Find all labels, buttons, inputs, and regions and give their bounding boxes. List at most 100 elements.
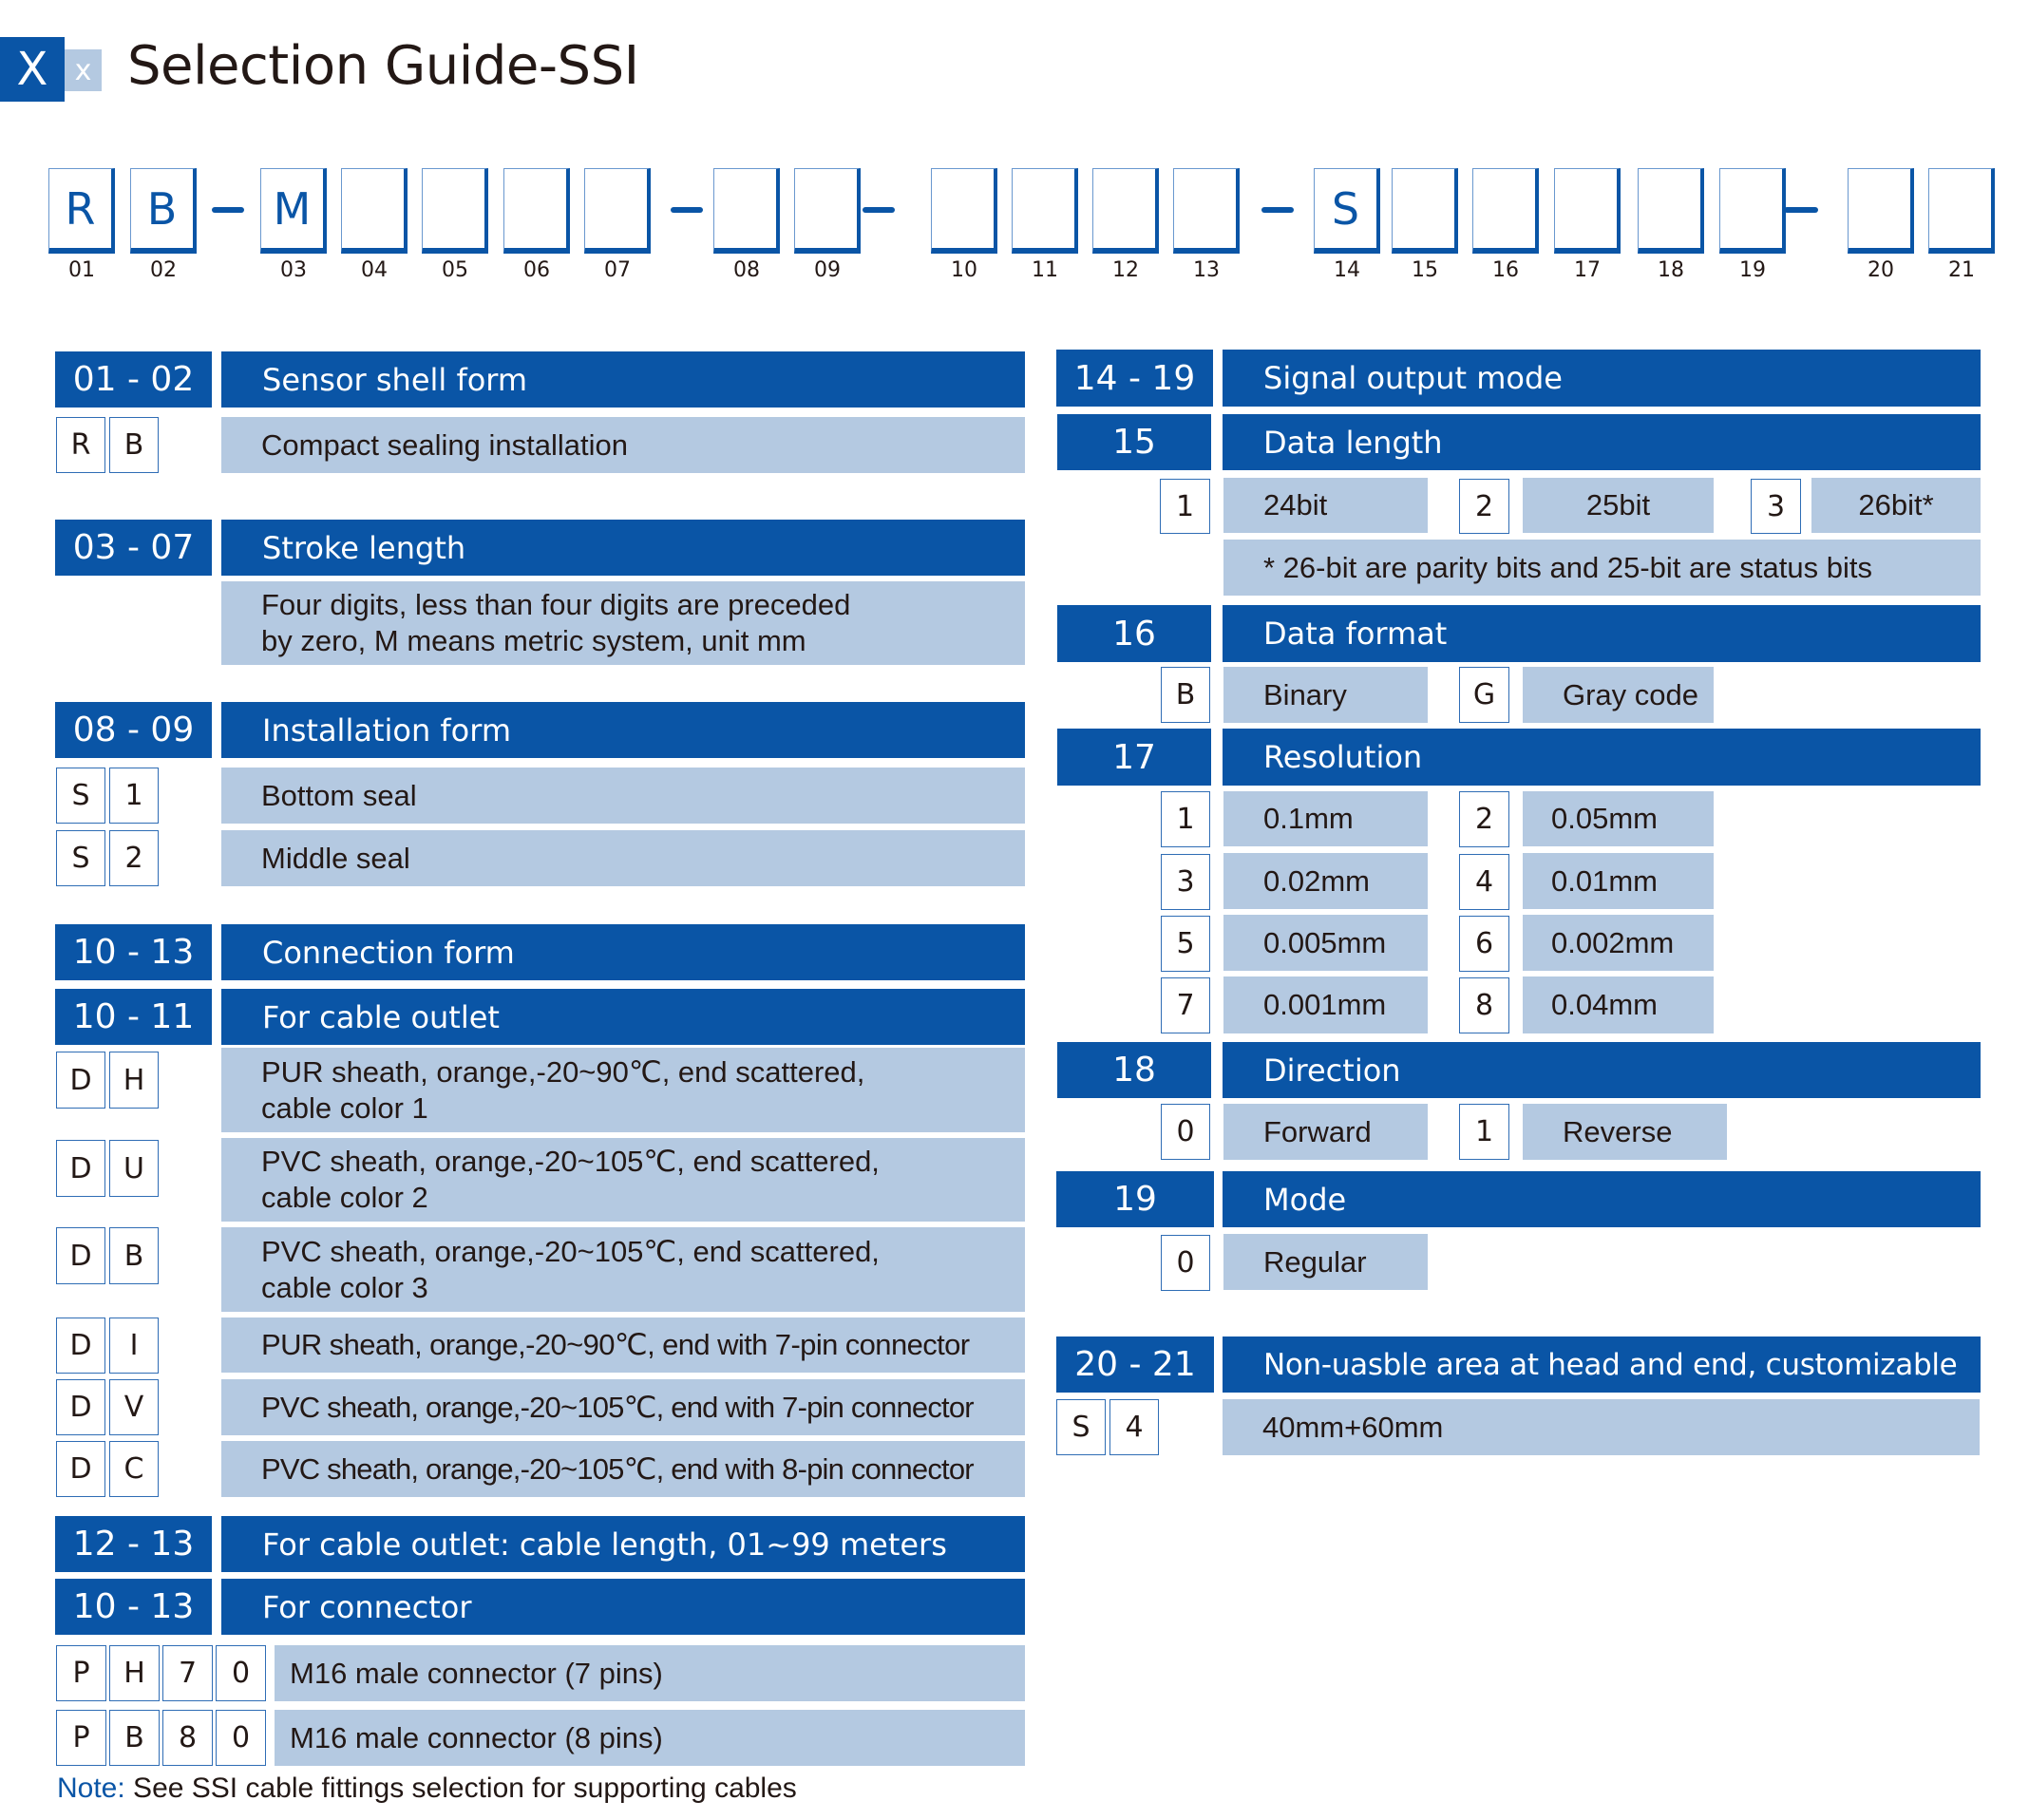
- option-label: 0.1mm: [1223, 791, 1428, 846]
- option-char: B: [109, 417, 159, 473]
- option-label: Binary: [1223, 667, 1428, 723]
- option-desc: PVC sheath, orange,-20~105℃, end with 8-…: [221, 1441, 1025, 1497]
- option-char: 7: [162, 1645, 213, 1701]
- code-position-label: 03: [280, 258, 307, 282]
- option-char: 2: [109, 830, 159, 886]
- option-desc: M16 male connector (7 pins): [275, 1645, 1025, 1701]
- option-key: 3: [1161, 854, 1210, 910]
- code-separator-dash: [1261, 207, 1294, 213]
- note-text: See SSI cable fittings selection for sup…: [124, 1773, 797, 1804]
- section-title-connector: For connector: [221, 1579, 1025, 1635]
- section-code-connection: 10 - 13: [55, 924, 212, 980]
- option-key: 0: [1161, 1104, 1210, 1160]
- option-desc: PVC sheath, orange,-20~105℃, end scatter…: [221, 1138, 1025, 1222]
- section-title-cable-outlet: For cable outlet: [221, 989, 1025, 1045]
- page-title: Selection Guide-SSI: [127, 35, 639, 97]
- option-char: 0: [216, 1710, 266, 1766]
- option-desc-line2: cable color 3: [261, 1270, 428, 1304]
- option-desc-line1: PUR sheath, orange,-20~90℃, end scattere…: [261, 1054, 865, 1089]
- section-code-cable-outlet: 10 - 11: [55, 989, 212, 1045]
- code-position-label: 21: [1948, 258, 1975, 282]
- code-box-15: [1392, 168, 1458, 254]
- option-char: B: [109, 1710, 160, 1766]
- logo-icon-big: X: [0, 37, 65, 102]
- code-box-05: [422, 168, 488, 254]
- option-char: D: [56, 1227, 105, 1284]
- code-position-label: 15: [1412, 258, 1438, 282]
- code-position-label: 07: [604, 258, 631, 282]
- code-box-01: R: [48, 168, 115, 254]
- footnote: Note: See SSI cable fittings selection f…: [57, 1773, 797, 1805]
- section-title-install: Installation form: [221, 702, 1025, 758]
- option-char: H: [109, 1645, 160, 1701]
- option-char: 4: [1109, 1399, 1159, 1455]
- section-code-resolution: 17: [1057, 729, 1211, 786]
- code-box-14: S: [1314, 168, 1380, 254]
- option-key: 1: [1160, 479, 1210, 534]
- section-title-mode: Mode: [1223, 1171, 1981, 1227]
- code-box-13: [1173, 168, 1240, 254]
- option-label: 0.02mm: [1223, 853, 1428, 909]
- section-code-direction: 18: [1057, 1042, 1211, 1098]
- option-char: R: [56, 417, 105, 473]
- option-desc: Middle seal: [221, 830, 1025, 886]
- option-key: 6: [1459, 916, 1509, 972]
- code-position-label: 02: [150, 258, 177, 282]
- section-code-data-length: 15: [1057, 414, 1211, 470]
- section-code-nonusable: 20 - 21: [1056, 1337, 1214, 1393]
- section-title-cable-length: For cable outlet: cable length, 01~99 me…: [221, 1516, 1025, 1572]
- option-label: Reverse: [1523, 1104, 1727, 1160]
- code-position-label: 08: [733, 258, 760, 282]
- option-desc-line2: cable color 1: [261, 1090, 428, 1125]
- option-desc-line1: PVC sheath, orange,-20~105℃, end scatter…: [261, 1234, 880, 1268]
- option-key: 1: [1459, 1104, 1509, 1160]
- code-box-12: [1092, 168, 1159, 254]
- section-title-data-format: Data format: [1223, 605, 1981, 662]
- option-char: B: [109, 1227, 159, 1284]
- section-code-shell: 01 - 02: [55, 351, 212, 408]
- code-position-label: 14: [1334, 258, 1360, 282]
- option-char: U: [109, 1140, 159, 1197]
- stroke-desc-line2: by zero, M means metric system, unit mm: [261, 624, 806, 657]
- section-code-install: 08 - 09: [55, 702, 212, 758]
- section-code-stroke: 03 - 07: [55, 520, 212, 576]
- code-box-16: [1472, 168, 1539, 254]
- code-position-label: 05: [442, 258, 468, 282]
- code-box-10: [931, 168, 997, 254]
- option-char: D: [56, 1318, 105, 1374]
- option-key: B: [1161, 667, 1210, 723]
- code-position-label: 16: [1492, 258, 1519, 282]
- option-key: 2: [1459, 479, 1509, 534]
- data-length-footnote: * 26-bit are parity bits and 25-bit are …: [1223, 540, 1981, 596]
- code-separator-dash: [1784, 207, 1818, 213]
- option-char: 0: [216, 1645, 266, 1701]
- option-label: Forward: [1223, 1104, 1428, 1160]
- section-title-shell: Sensor shell form: [221, 351, 1025, 408]
- section-title-direction: Direction: [1223, 1042, 1981, 1098]
- option-char: C: [109, 1441, 159, 1497]
- section-code-data-format: 16: [1057, 605, 1211, 662]
- option-label: 26bit*: [1811, 478, 1981, 533]
- option-label: Regular: [1223, 1234, 1428, 1290]
- section-code-cable-length: 12 - 13: [55, 1516, 212, 1572]
- code-position-label: 04: [361, 258, 388, 282]
- code-box-04: [341, 168, 408, 254]
- code-separator-dash: [863, 207, 895, 213]
- section-title-connection: Connection form: [221, 924, 1025, 980]
- option-desc: PUR sheath, orange,-20~90℃, end scattere…: [221, 1048, 1025, 1132]
- option-char: S: [1056, 1399, 1106, 1455]
- option-char: S: [56, 830, 105, 886]
- option-label: 25bit: [1523, 478, 1714, 533]
- option-key: 7: [1161, 977, 1210, 1033]
- code-box-09: [794, 168, 861, 254]
- option-label: 0.005mm: [1223, 915, 1428, 971]
- option-key: 4: [1459, 854, 1509, 910]
- code-box-17: [1554, 168, 1621, 254]
- logo-letter: X: [16, 43, 48, 96]
- option-desc-line2: cable color 2: [261, 1181, 428, 1214]
- code-box-08: [713, 168, 780, 254]
- code-position-label: 11: [1032, 258, 1058, 282]
- option-char: P: [56, 1645, 106, 1701]
- option-key: 8: [1459, 977, 1509, 1033]
- code-position-label: 01: [68, 258, 95, 282]
